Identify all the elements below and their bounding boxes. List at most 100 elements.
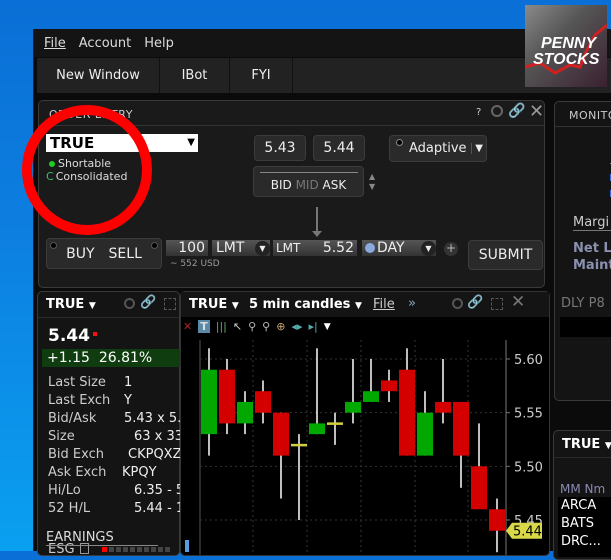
- interval-value: 5 min candles: [249, 297, 351, 312]
- refresh-icon: C: [46, 170, 54, 183]
- candle-body-up[interactable]: [201, 369, 217, 435]
- ask-price: 5.44: [323, 140, 355, 156]
- price-stepper[interactable]: ▲ ▼: [369, 172, 375, 192]
- close-icon[interactable]: ✕: [529, 101, 544, 122]
- book-row[interactable]: ARCA: [561, 497, 611, 515]
- quote-row: Hi/Lo 6.35 - 5.22: [48, 483, 183, 498]
- quantity-input[interactable]: 100: [166, 240, 208, 256]
- gear-icon[interactable]: [452, 298, 463, 309]
- candle-body-doji[interactable]: [327, 422, 343, 425]
- candle-body-down[interactable]: [399, 369, 415, 456]
- expand-icon[interactable]: [491, 298, 503, 310]
- earnings-label[interactable]: EARNINGS: [46, 530, 158, 546]
- book-panel: TRUE ▼ MM Nm ARCA BATS DRC...: [553, 430, 611, 560]
- scroll-right-icon[interactable]: ▸|: [308, 320, 317, 333]
- symbol-select[interactable]: TRUE ▼: [46, 134, 198, 152]
- book-symbol-select[interactable]: TRUE ▼: [562, 437, 611, 452]
- quote-row: Size 63 x 33: [48, 429, 183, 444]
- tif-select[interactable]: DAY ▼: [362, 240, 436, 256]
- close-icon[interactable]: ✕: [511, 292, 525, 312]
- penny-stocks-thumbnail[interactable]: PENNY STOCKS: [525, 5, 607, 87]
- chevron-down-icon: ▼: [187, 137, 195, 148]
- esg-segment: [144, 547, 149, 552]
- sell-button[interactable]: SELL: [109, 246, 142, 262]
- book-row[interactable]: BATS: [561, 515, 611, 533]
- candle-body-up[interactable]: [417, 412, 433, 456]
- limit-price-input[interactable]: LMT 5.52: [273, 240, 357, 256]
- candle-body-up[interactable]: [237, 401, 253, 424]
- candle-body-down[interactable]: [255, 391, 271, 413]
- menu-file[interactable]: File: [44, 36, 66, 51]
- ibot-button[interactable]: IBot: [160, 58, 230, 93]
- y-tick-label: 5.50: [514, 460, 543, 475]
- candle-body-up[interactable]: [363, 391, 379, 402]
- chevron-down-icon[interactable]: ▼: [324, 322, 331, 332]
- buy-button[interactable]: BUY: [66, 246, 94, 262]
- quote-symbol-select[interactable]: TRUE ▼: [46, 297, 96, 312]
- shortable-label: Shortable: [58, 157, 112, 170]
- cursor-marker-icon[interactable]: [185, 540, 189, 552]
- add-icon[interactable]: +: [444, 242, 458, 256]
- last-price: 5.44: [48, 326, 97, 346]
- ask-label[interactable]: ASK: [323, 178, 347, 192]
- bar-style-icon[interactable]: |||: [216, 320, 227, 333]
- order-type-select[interactable]: LMT ▼: [212, 240, 270, 256]
- crosshair-icon[interactable]: ⊕: [276, 320, 285, 333]
- candle-body-up[interactable]: [345, 401, 361, 413]
- candle-body-down[interactable]: [219, 369, 235, 424]
- algo-select[interactable]: Adaptive ▼: [389, 135, 487, 162]
- mid-label[interactable]: MID: [296, 178, 319, 192]
- candle-body-down[interactable]: [381, 380, 397, 392]
- candle-body-down[interactable]: [453, 401, 469, 456]
- quote-row-label: Last Size: [48, 375, 106, 390]
- delete-icon[interactable]: ✕: [183, 320, 192, 333]
- quote-row-value: 6.35 - 5.22: [134, 483, 183, 498]
- menu-account[interactable]: Account: [79, 36, 132, 51]
- esg-segment: [158, 547, 163, 552]
- cursor-icon[interactable]: ↖: [233, 320, 242, 333]
- expand-icon[interactable]: [164, 298, 176, 310]
- fyi-button[interactable]: FYI: [230, 58, 293, 93]
- candle-body-down[interactable]: [489, 509, 505, 531]
- chevron-down-icon: ▼: [255, 240, 270, 256]
- candle-body-doji[interactable]: [291, 443, 307, 447]
- interval-select[interactable]: 5 min candles ▼: [249, 297, 362, 312]
- link-icon[interactable]: 🔗: [140, 295, 156, 310]
- arrow-head-icon: [312, 231, 322, 237]
- quote-row: Bid Exch CKPQXZN: [48, 447, 183, 462]
- y-tick-label: 5.60: [514, 353, 543, 368]
- candle-body-down[interactable]: [273, 412, 289, 456]
- text-tool-icon[interactable]: T: [198, 320, 210, 333]
- help-icon[interactable]: ?: [476, 107, 481, 118]
- chevron-down-icon: ▼: [604, 441, 611, 451]
- link-icon[interactable]: 🔗: [467, 295, 483, 310]
- slider-track[interactable]: [259, 171, 358, 173]
- ask-price-button[interactable]: 5.44: [313, 135, 365, 161]
- price-slider[interactable]: BID MID ASK: [253, 166, 364, 197]
- submit-button[interactable]: SUBMIT: [468, 240, 543, 270]
- candle-body-down[interactable]: [435, 401, 451, 413]
- chart-symbol-select[interactable]: TRUE ▼: [189, 297, 239, 312]
- chevron-down-icon: ▼: [471, 143, 483, 154]
- esg-segment: [102, 547, 107, 552]
- link-icon[interactable]: 🔗: [508, 103, 525, 119]
- chart-file-menu[interactable]: File: [373, 297, 395, 312]
- gear-icon[interactable]: [124, 298, 135, 309]
- zoom-in-icon[interactable]: ⚲: [248, 320, 256, 333]
- gear-icon[interactable]: [491, 105, 503, 117]
- candlestick-chart[interactable]: 5.605.555.505.455.44: [181, 340, 549, 555]
- menu-help[interactable]: Help: [144, 36, 174, 51]
- candle-body-up[interactable]: [309, 423, 325, 435]
- fit-icon[interactable]: ◂▸: [291, 320, 302, 333]
- book-symbol: TRUE: [562, 437, 601, 452]
- buy-sell-toggle[interactable]: BUY SELL: [46, 238, 162, 269]
- new-window-button[interactable]: New Window: [37, 58, 160, 93]
- more-icon[interactable]: »: [408, 296, 416, 311]
- zoom-out-icon[interactable]: ⚲: [262, 320, 270, 333]
- bid-price-button[interactable]: 5.43: [254, 135, 306, 161]
- bid-label[interactable]: BID: [271, 178, 292, 192]
- book-row[interactable]: DRC...: [561, 533, 611, 551]
- title-divider: [39, 125, 544, 126]
- last-price-value: 5.44: [48, 326, 90, 346]
- candle-body-down[interactable]: [471, 466, 487, 510]
